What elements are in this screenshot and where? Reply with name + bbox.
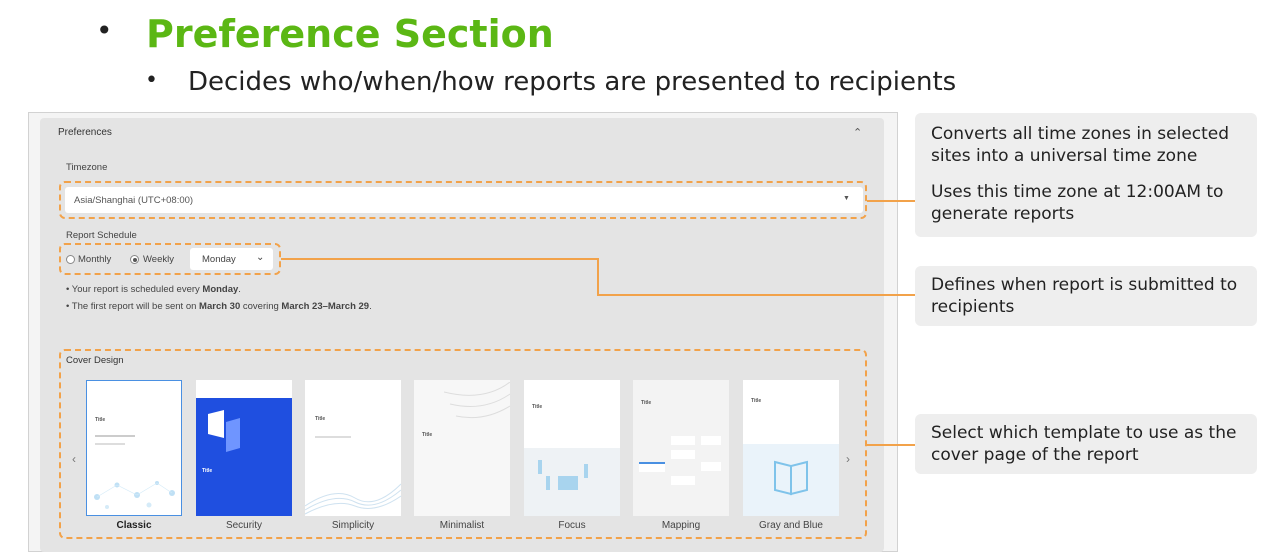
timezone-highlight-box bbox=[59, 181, 867, 219]
title-bullet: • bbox=[96, 14, 113, 47]
schedule-highlight-box bbox=[59, 243, 281, 275]
slide-subtitle: Decides who/when/how reports are present… bbox=[188, 67, 957, 97]
cover-connector bbox=[867, 444, 915, 446]
subtitle-bullet: • bbox=[145, 68, 158, 93]
schedule-connector bbox=[597, 294, 915, 296]
panel-title: Preferences bbox=[58, 127, 112, 138]
schedule-connector bbox=[281, 258, 598, 260]
schedule-note: • Your report is scheduled every Monday. bbox=[66, 284, 241, 295]
timezone-callout-line2: Uses this time zone at 12:00AM to genera… bbox=[931, 182, 1224, 224]
chevron-up-icon[interactable]: ⌃ bbox=[853, 126, 862, 139]
cover-highlight-box bbox=[59, 349, 867, 539]
schedule-connector bbox=[597, 258, 599, 295]
cover-callout: Select which template to use as the cove… bbox=[915, 414, 1257, 474]
timezone-label: Timezone bbox=[66, 162, 108, 173]
slide-title: Preference Section bbox=[146, 12, 554, 56]
schedule-callout-text: Defines when report is submitted to reci… bbox=[931, 275, 1238, 317]
report-schedule-label: Report Schedule bbox=[66, 230, 137, 241]
timezone-connector bbox=[867, 200, 915, 202]
cover-callout-text: Select which template to use as the cove… bbox=[931, 423, 1237, 465]
first-report-note: • The first report will be sent on March… bbox=[66, 301, 372, 312]
timezone-callout: Converts all time zones in selected site… bbox=[915, 113, 1257, 237]
timezone-callout-line1: Converts all time zones in selected site… bbox=[931, 124, 1230, 166]
schedule-callout: Defines when report is submitted to reci… bbox=[915, 266, 1257, 326]
